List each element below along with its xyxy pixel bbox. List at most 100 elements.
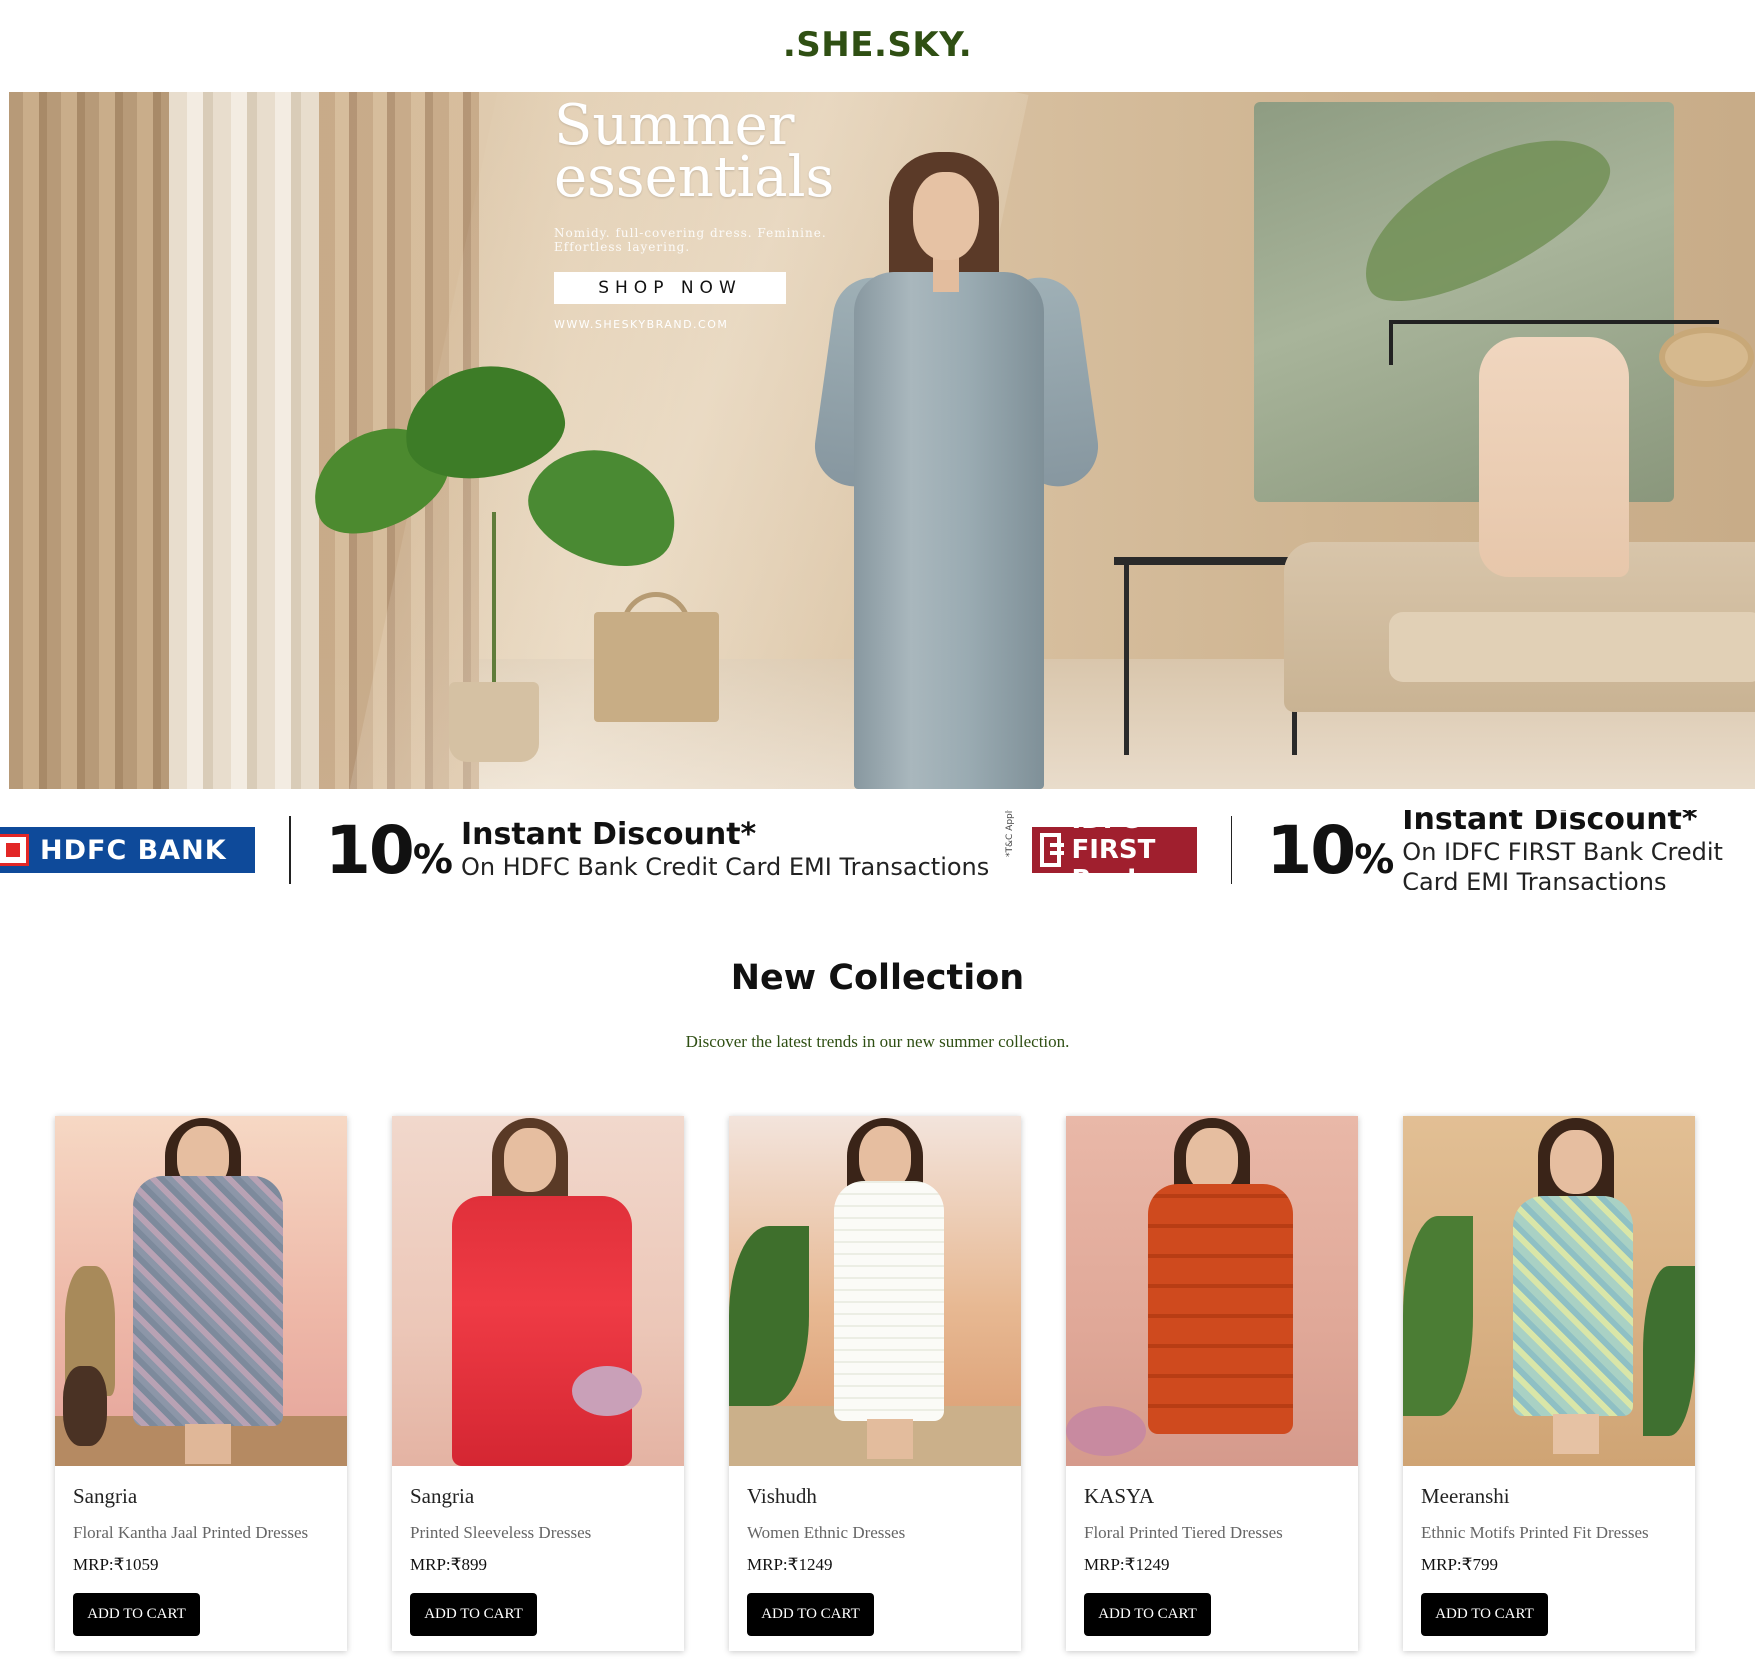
- product-description: Floral Kantha Jaal Printed Dresses: [73, 1523, 309, 1542]
- product-description: Ethnic Motifs Printed Fit Dresses: [1421, 1523, 1649, 1542]
- product-card[interactable]: KASYA Floral Printed Tiered Dresses MRP:…: [1066, 1116, 1358, 1651]
- product-card[interactable]: Meeranshi Ethnic Motifs Printed Fit Dres…: [1403, 1116, 1695, 1651]
- product-description: Floral Printed Tiered Dresses: [1084, 1523, 1283, 1542]
- model-dress: [452, 1196, 632, 1466]
- offer-hdfc[interactable]: HDFC BANK 10% Instant Discount* On HDFC …: [0, 810, 1023, 890]
- offer-divider: [289, 816, 291, 884]
- offer-headline: Instant Discount*: [1402, 810, 1698, 837]
- percent-value: 10: [1266, 811, 1356, 889]
- model-dress: [854, 272, 1044, 789]
- product-image[interactable]: [55, 1116, 347, 1466]
- add-to-cart-button[interactable]: ADD TO CART: [410, 1593, 537, 1636]
- palm-leaf-icon: [1403, 1216, 1473, 1416]
- product-info: KASYA Floral Printed Tiered Dresses MRP:…: [1066, 1466, 1358, 1636]
- product-card[interactable]: Sangria Floral Kantha Jaal Printed Dress…: [55, 1116, 347, 1651]
- hero-curtain: [9, 92, 169, 789]
- model-dress: [1148, 1184, 1293, 1434]
- offer-idfc[interactable]: IDFC FIRST Bank 10% Instant Discount* On…: [1032, 810, 1755, 890]
- add-to-cart-button[interactable]: ADD TO CART: [747, 1593, 874, 1636]
- product-info: Sangria Printed Sleeveless Dresses MRP:₹…: [392, 1466, 684, 1636]
- product-image[interactable]: [729, 1116, 1021, 1466]
- discount-percent: 10%: [1266, 811, 1394, 889]
- model-legs: [867, 1419, 913, 1459]
- add-to-cart-button[interactable]: ADD TO CART: [73, 1593, 200, 1636]
- offer-detail: On HDFC Bank Credit Card EMI Transaction…: [460, 853, 990, 881]
- product-price: MRP:₹1249: [747, 1555, 833, 1574]
- hero-text-block: Summer essentials Nomidy. full-covering …: [554, 98, 864, 331]
- hdfc-bank-logo: HDFC BANK: [0, 827, 255, 873]
- product-price: MRP:₹799: [1421, 1555, 1498, 1574]
- side-table: [1114, 557, 1304, 565]
- product-brand: Sangria: [73, 1484, 138, 1508]
- product-image[interactable]: [1066, 1116, 1358, 1466]
- hero-curtain: [169, 92, 319, 789]
- tnc-note: *T&C Apply: [1005, 810, 1016, 857]
- offer-detail: On IDFC FIRST Bank Credit Card EMI Trans…: [1402, 838, 1723, 890]
- palm-leaf-icon: [729, 1226, 809, 1406]
- offer-headline: Instant Discount*: [460, 817, 757, 852]
- model-dress: [133, 1176, 283, 1426]
- tote-bag: [594, 612, 719, 722]
- product-brand: Sangria: [410, 1484, 475, 1508]
- model-dress: [1513, 1196, 1633, 1416]
- flower-basket-icon: [572, 1366, 642, 1416]
- add-to-cart-button[interactable]: ADD TO CART: [1084, 1593, 1211, 1636]
- percent-value: 10: [325, 811, 415, 889]
- product-grid: Sangria Floral Kantha Jaal Printed Dress…: [55, 1116, 1695, 1651]
- palm-leaf-icon: [1643, 1266, 1695, 1436]
- product-image[interactable]: [392, 1116, 684, 1466]
- hdfc-logo-icon: [0, 834, 29, 866]
- product-brand: Vishudh: [747, 1484, 817, 1508]
- discount-percent: 10%: [325, 811, 453, 889]
- clothes-rail-post: [1389, 320, 1393, 365]
- percent-sign: %: [412, 836, 453, 883]
- model-legs: [1553, 1414, 1599, 1454]
- model-face: [1550, 1130, 1602, 1194]
- product-image[interactable]: [1403, 1116, 1695, 1466]
- flowers-icon: [1066, 1406, 1146, 1456]
- hero-url: WWW.SHESKYBRAND.COM: [554, 318, 729, 331]
- product-price: MRP:₹1249: [1084, 1555, 1170, 1574]
- add-to-cart-button[interactable]: ADD TO CART: [1421, 1593, 1548, 1636]
- product-brand: Meeranshi: [1421, 1484, 1510, 1508]
- bank-name: IDFC FIRST Bank: [1071, 810, 1156, 890]
- clothes-rail: [1389, 320, 1719, 324]
- product-brand: KASYA: [1084, 1484, 1155, 1508]
- product-info: Sangria Floral Kantha Jaal Printed Dress…: [55, 1466, 347, 1636]
- hero-subtitle: Nomidy. full-covering dress. Feminine. E…: [554, 226, 827, 254]
- offer-divider: [1231, 816, 1233, 884]
- model-face: [1186, 1128, 1238, 1192]
- model-dress: [834, 1181, 944, 1421]
- product-description: Printed Sleeveless Dresses: [410, 1523, 592, 1542]
- product-price: MRP:₹1059: [73, 1555, 159, 1574]
- section-title: New Collection: [730, 958, 1025, 998]
- offer-text: Instant Discount* On HDFC Bank Credit Ca…: [461, 818, 989, 882]
- hero-banner[interactable]: Summer essentials Nomidy. full-covering …: [9, 92, 1755, 789]
- idfc-bank-logo: IDFC FIRST Bank: [1032, 810, 1198, 890]
- product-card[interactable]: Vishudh Women Ethnic Dresses MRP:₹1249 A…: [729, 1116, 1021, 1651]
- site-header: .SHE.SKY.: [0, 0, 1755, 92]
- plant-pot: [449, 682, 539, 762]
- hero-title-line: essentials: [554, 145, 835, 210]
- product-info: Meeranshi Ethnic Motifs Printed Fit Dres…: [1403, 1466, 1695, 1636]
- model-legs: [185, 1424, 231, 1464]
- offer-text: Instant Discount* On IDFC FIRST Bank Cre…: [1402, 810, 1755, 890]
- brand-logo[interactable]: .SHE.SKY.: [783, 25, 972, 65]
- product-card[interactable]: Sangria Printed Sleeveless Dresses MRP:₹…: [392, 1116, 684, 1651]
- shop-now-button[interactable]: SHOP NOW: [554, 272, 786, 304]
- bank-offers-strip: HDFC BANK 10% Instant Discount* On HDFC …: [0, 810, 1755, 890]
- sofa-cushion: [1389, 612, 1755, 682]
- model-face: [913, 172, 979, 260]
- section-subtitle: Discover the latest trends in our new su…: [685, 1032, 1070, 1051]
- side-table-leg: [1124, 565, 1129, 755]
- percent-sign: %: [1354, 836, 1394, 883]
- model-face: [504, 1128, 556, 1192]
- product-price: MRP:₹899: [410, 1555, 487, 1574]
- straw-hat: [1659, 327, 1754, 387]
- product-description: Women Ethnic Dresses: [747, 1523, 906, 1542]
- bank-name: HDFC BANK: [40, 834, 227, 866]
- plant-stem: [492, 512, 496, 692]
- hero-title: Summer essentials: [554, 98, 864, 210]
- vase-icon: [63, 1366, 107, 1446]
- hanging-dress: [1479, 337, 1629, 577]
